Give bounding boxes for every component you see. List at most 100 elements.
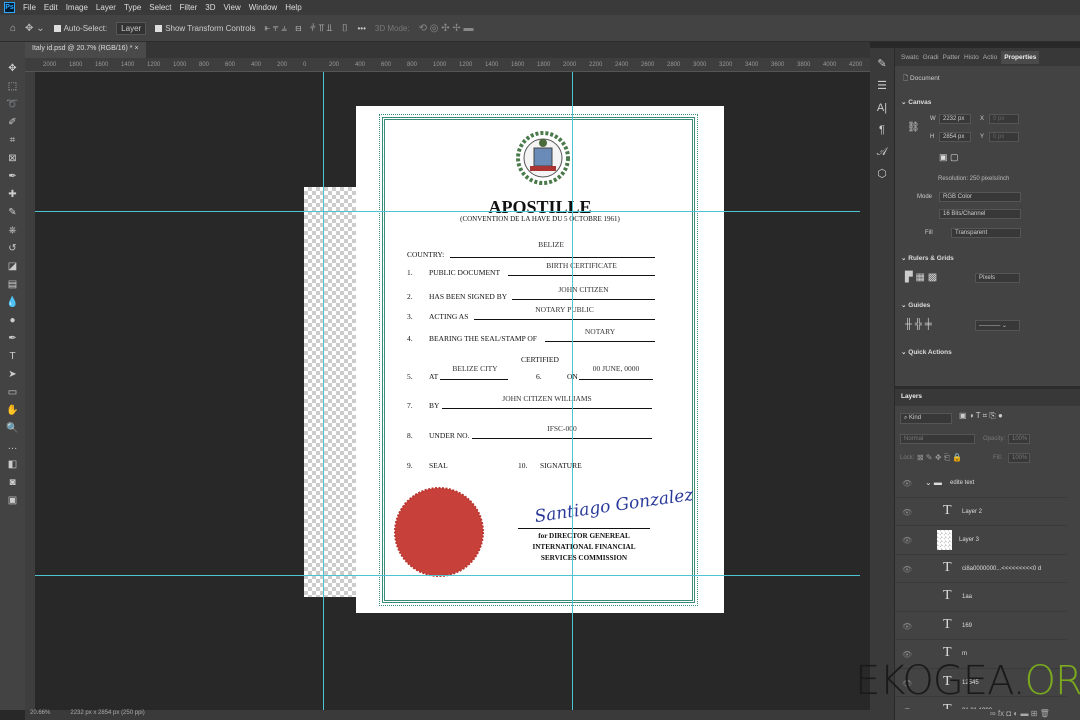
menu-3d[interactable]: 3D	[205, 3, 215, 12]
autoselect-dropdown[interactable]: Layer	[116, 21, 147, 35]
menu-type[interactable]: Type	[124, 3, 141, 12]
y-input[interactable]: 0 px	[989, 132, 1019, 142]
pen-tool-icon[interactable]: ✒	[5, 332, 21, 347]
filter-icons[interactable]: ▣ ◑ T ⌗ ⎘ ●	[959, 411, 1003, 421]
glyphs-icon[interactable]: 𝒜	[870, 141, 894, 163]
visibility-eye-icon[interactable]: 👁	[902, 508, 912, 517]
blur-tool-icon[interactable]: 💧	[5, 296, 21, 311]
panel-tab-histo[interactable]: Histo	[964, 54, 979, 61]
quick-mask-tool-icon[interactable]: ◙	[5, 476, 21, 491]
3d-icon[interactable]: ⬡	[870, 163, 894, 185]
move-tool-icon[interactable]: ✥	[5, 62, 21, 77]
align-icons[interactable]: ⫦ ⫧ ⫨ ⊟ ⫩ ⫪ ⫫ ▯	[264, 23, 348, 34]
autoselect-checkbox[interactable]: Auto-Select:	[53, 24, 107, 33]
history-brush-tool-icon[interactable]: ↺	[5, 242, 21, 257]
menu-help[interactable]: Help	[285, 3, 301, 12]
more-options-button[interactable]: •••	[357, 24, 365, 33]
paragraph-icon[interactable]: ¶	[870, 119, 894, 141]
layer-row[interactable]: 👁 ⌄ ▬ edite text	[895, 469, 1067, 498]
visibility-eye-icon[interactable]: 👁	[902, 536, 912, 545]
menu-select[interactable]: Select	[149, 3, 171, 12]
opacity-input[interactable]: 100%	[1008, 434, 1030, 444]
fill-dropdown[interactable]: Transparent	[951, 228, 1021, 238]
frame-tool-icon[interactable]: ⊠	[5, 152, 21, 167]
screen-mode-tool-icon[interactable]: ▣	[5, 494, 21, 509]
close-tab-icon[interactable]: ×	[134, 45, 138, 52]
zoom-level[interactable]: 20.66%	[30, 710, 50, 720]
layer-row[interactable]: 👁 Tci8a0000000...<<<<<<<<<0 d	[895, 555, 1067, 583]
eraser-tool-icon[interactable]: ◪	[5, 260, 21, 275]
layer-row[interactable]: 👁 T Layer 2	[895, 498, 1067, 526]
menu-layer[interactable]: Layer	[96, 3, 116, 12]
more-tool-icon[interactable]: …	[5, 440, 21, 455]
rectangle-tool-icon[interactable]: ▭	[5, 386, 21, 401]
units-dropdown[interactable]: Pixels	[975, 273, 1020, 283]
menu-file[interactable]: File	[23, 3, 36, 12]
character-icon[interactable]: A|	[870, 97, 894, 119]
orientation-buttons[interactable]: ▣ ▢	[939, 152, 959, 163]
guide-vertical[interactable]	[323, 72, 324, 710]
visibility-eye-icon[interactable]: 👁	[902, 622, 912, 631]
visibility-eye-icon[interactable]: 👁	[902, 479, 912, 488]
menu-edit[interactable]: Edit	[44, 3, 58, 12]
menu-window[interactable]: Window	[249, 3, 277, 12]
menu-view[interactable]: View	[224, 3, 241, 12]
stamp-tool-icon[interactable]: ⎈	[5, 224, 21, 239]
dodge-tool-icon[interactable]: ●	[5, 314, 21, 329]
hand-tool-icon[interactable]: ✋	[5, 404, 21, 419]
fill-input[interactable]: 100%	[1008, 453, 1030, 463]
ruler-grid-icons[interactable]: ▛ ▦ ▩	[905, 272, 937, 283]
layer-footer-icons[interactable]: ∞ fx ◘ ◐ ▬ ⊞ 🗑	[990, 709, 1050, 718]
3d-tools-icons[interactable]: ⟲ ◎ ✣ ✢ ▬	[419, 23, 474, 34]
healing-tool-icon[interactable]: ✚	[5, 188, 21, 203]
guides-section[interactable]: ⌄ Guides	[901, 301, 930, 309]
move-tool-icon[interactable]: ✥ ⌄	[25, 23, 45, 34]
brush-tool-icon[interactable]: ✎	[5, 206, 21, 221]
canvas-section[interactable]: ⌄ Canvas	[901, 98, 931, 106]
menu-filter[interactable]: Filter	[180, 3, 198, 12]
panel-tab-gradi[interactable]: Gradi	[923, 54, 939, 61]
mode-dropdown[interactable]: RGB Color	[939, 192, 1021, 202]
blend-mode-dropdown[interactable]: Normal	[900, 434, 975, 444]
guide-vertical[interactable]	[572, 72, 573, 710]
panel-tab-properties[interactable]: Properties	[1001, 50, 1040, 64]
crop-tool-icon[interactable]: ⌗	[5, 134, 21, 149]
brush-settings-icon[interactable]: ✎	[870, 53, 894, 75]
menu-image[interactable]: Image	[66, 3, 88, 12]
width-input[interactable]: 2232 px	[939, 114, 971, 124]
height-input[interactable]: 2854 px	[939, 132, 971, 142]
home-icon[interactable]: ⌂	[10, 23, 16, 34]
visibility-eye-icon[interactable]: 👁	[902, 565, 912, 574]
guide-icons[interactable]: ╫ ╬ ╪	[905, 319, 932, 330]
layers-tab[interactable]: Layers	[895, 389, 1080, 406]
bit-depth-dropdown[interactable]: 16 Bits/Channel	[939, 209, 1021, 219]
type-tool-icon[interactable]: T	[5, 350, 21, 365]
panel-tab-actio[interactable]: Actio	[983, 54, 997, 61]
guide-horizontal[interactable]	[35, 575, 860, 576]
kind-filter[interactable]: ⌕ Kind	[900, 413, 952, 424]
panel-tab-patter[interactable]: Patter	[943, 54, 960, 61]
lasso-tool-icon[interactable]: ➰	[5, 98, 21, 113]
marquee-tool-icon[interactable]: ⬚	[5, 80, 21, 95]
visibility-eye-icon[interactable]: 👁	[902, 707, 912, 709]
show-transform-checkbox[interactable]: Show Transform Controls	[155, 24, 255, 33]
adjustments-icon[interactable]: ☰	[870, 75, 894, 97]
apostille-document[interactable]: APOSTILLE (CONVENTION DE LA HAVE DU 5 OC…	[356, 106, 724, 613]
path-select-tool-icon[interactable]: ➤	[5, 368, 21, 383]
layer-row[interactable]: 👁 T 169	[895, 612, 1067, 640]
rulers-grids-section[interactable]: ⌄ Rulers & Grids	[901, 254, 954, 262]
zoom-tool-icon[interactable]: 🔍	[5, 422, 21, 437]
layer-row[interactable]: T 1aa	[895, 583, 1067, 612]
x-input[interactable]: 0 px	[989, 114, 1019, 124]
link-icon[interactable]: ⛓	[907, 122, 920, 133]
gradient-tool-icon[interactable]: ▤	[5, 278, 21, 293]
layer-row[interactable]: 👁 Layer 3	[895, 526, 1067, 555]
colors-tool-icon[interactable]: ◧	[5, 458, 21, 473]
lock-icons[interactable]: ⊠ ✎ ✥ ⎗ 🔒	[917, 453, 962, 463]
guide-style-dropdown[interactable]: ───── ⌄	[975, 320, 1020, 331]
document-tab[interactable]: Italy id.psd @ 20.7% (RGB/16) * ×	[25, 42, 146, 58]
quick-select-tool-icon[interactable]: ✐	[5, 116, 21, 131]
panel-tab-swatc[interactable]: Swatc	[901, 54, 919, 61]
quick-actions-section[interactable]: ⌄ Quick Actions	[901, 348, 952, 356]
guide-horizontal[interactable]	[35, 211, 860, 212]
